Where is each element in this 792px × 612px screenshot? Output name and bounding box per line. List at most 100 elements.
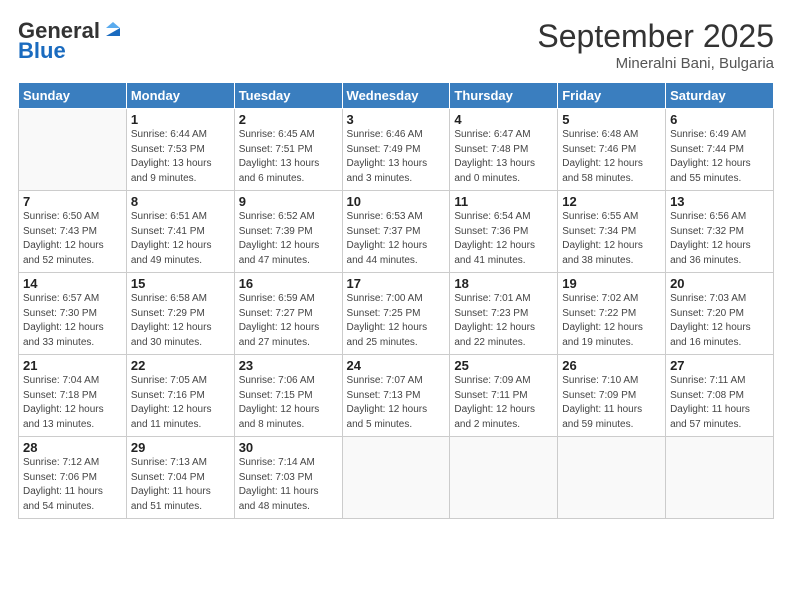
day-number: 7 <box>23 194 122 209</box>
day-info: Sunrise: 6:57 AM Sunset: 7:30 PM Dayligh… <box>23 292 122 350</box>
day-info: Sunrise: 6:59 AM Sunset: 7:27 PM Dayligh… <box>239 292 338 350</box>
day-info: Sunrise: 7:00 AM Sunset: 7:25 PM Dayligh… <box>347 292 446 350</box>
day-number: 4 <box>454 112 553 127</box>
day-info: Sunrise: 6:54 AM Sunset: 7:36 PM Dayligh… <box>454 210 553 268</box>
day-info: Sunrise: 6:52 AM Sunset: 7:39 PM Dayligh… <box>239 210 338 268</box>
day-number: 8 <box>131 194 230 209</box>
calendar-cell <box>558 437 666 519</box>
day-number: 1 <box>131 112 230 127</box>
day-number: 9 <box>239 194 338 209</box>
day-number: 3 <box>347 112 446 127</box>
calendar-cell: 17Sunrise: 7:00 AM Sunset: 7:25 PM Dayli… <box>342 273 450 355</box>
day-info: Sunrise: 6:45 AM Sunset: 7:51 PM Dayligh… <box>239 128 338 186</box>
calendar-cell: 5Sunrise: 6:48 AM Sunset: 7:46 PM Daylig… <box>558 109 666 191</box>
day-info: Sunrise: 6:46 AM Sunset: 7:49 PM Dayligh… <box>347 128 446 186</box>
calendar-cell: 7Sunrise: 6:50 AM Sunset: 7:43 PM Daylig… <box>19 191 127 273</box>
day-header-thursday: Thursday <box>450 83 558 109</box>
day-number: 29 <box>131 440 230 455</box>
day-info: Sunrise: 7:04 AM Sunset: 7:18 PM Dayligh… <box>23 374 122 432</box>
day-info: Sunrise: 6:56 AM Sunset: 7:32 PM Dayligh… <box>670 210 769 268</box>
calendar-cell: 8Sunrise: 6:51 AM Sunset: 7:41 PM Daylig… <box>126 191 234 273</box>
calendar-cell: 9Sunrise: 6:52 AM Sunset: 7:39 PM Daylig… <box>234 191 342 273</box>
calendar-cell: 18Sunrise: 7:01 AM Sunset: 7:23 PM Dayli… <box>450 273 558 355</box>
day-number: 18 <box>454 276 553 291</box>
day-number: 5 <box>562 112 661 127</box>
day-number: 19 <box>562 276 661 291</box>
day-number: 21 <box>23 358 122 373</box>
logo-icon <box>102 18 124 40</box>
calendar-cell: 13Sunrise: 6:56 AM Sunset: 7:32 PM Dayli… <box>666 191 774 273</box>
calendar-header-row: SundayMondayTuesdayWednesdayThursdayFrid… <box>19 83 774 109</box>
day-number: 27 <box>670 358 769 373</box>
day-number: 14 <box>23 276 122 291</box>
day-info: Sunrise: 6:50 AM Sunset: 7:43 PM Dayligh… <box>23 210 122 268</box>
week-row-5: 28Sunrise: 7:12 AM Sunset: 7:06 PM Dayli… <box>19 437 774 519</box>
day-info: Sunrise: 6:47 AM Sunset: 7:48 PM Dayligh… <box>454 128 553 186</box>
calendar-cell <box>342 437 450 519</box>
day-info: Sunrise: 6:48 AM Sunset: 7:46 PM Dayligh… <box>562 128 661 186</box>
day-number: 12 <box>562 194 661 209</box>
day-number: 25 <box>454 358 553 373</box>
week-row-3: 14Sunrise: 6:57 AM Sunset: 7:30 PM Dayli… <box>19 273 774 355</box>
calendar-cell: 2Sunrise: 6:45 AM Sunset: 7:51 PM Daylig… <box>234 109 342 191</box>
day-info: Sunrise: 6:58 AM Sunset: 7:29 PM Dayligh… <box>131 292 230 350</box>
calendar: SundayMondayTuesdayWednesdayThursdayFrid… <box>18 82 774 519</box>
day-number: 17 <box>347 276 446 291</box>
day-info: Sunrise: 7:01 AM Sunset: 7:23 PM Dayligh… <box>454 292 553 350</box>
calendar-cell: 21Sunrise: 7:04 AM Sunset: 7:18 PM Dayli… <box>19 355 127 437</box>
day-info: Sunrise: 7:14 AM Sunset: 7:03 PM Dayligh… <box>239 456 338 514</box>
day-info: Sunrise: 6:53 AM Sunset: 7:37 PM Dayligh… <box>347 210 446 268</box>
calendar-cell: 24Sunrise: 7:07 AM Sunset: 7:13 PM Dayli… <box>342 355 450 437</box>
day-info: Sunrise: 7:09 AM Sunset: 7:11 PM Dayligh… <box>454 374 553 432</box>
calendar-cell: 19Sunrise: 7:02 AM Sunset: 7:22 PM Dayli… <box>558 273 666 355</box>
day-info: Sunrise: 7:12 AM Sunset: 7:06 PM Dayligh… <box>23 456 122 514</box>
day-header-sunday: Sunday <box>19 83 127 109</box>
page: General Blue September 2025 Mineralni Ba… <box>0 0 792 612</box>
day-number: 10 <box>347 194 446 209</box>
calendar-cell: 6Sunrise: 6:49 AM Sunset: 7:44 PM Daylig… <box>666 109 774 191</box>
day-info: Sunrise: 7:10 AM Sunset: 7:09 PM Dayligh… <box>562 374 661 432</box>
day-info: Sunrise: 7:02 AM Sunset: 7:22 PM Dayligh… <box>562 292 661 350</box>
calendar-cell: 12Sunrise: 6:55 AM Sunset: 7:34 PM Dayli… <box>558 191 666 273</box>
day-number: 11 <box>454 194 553 209</box>
month-title: September 2025 <box>537 18 774 55</box>
day-number: 6 <box>670 112 769 127</box>
day-info: Sunrise: 6:51 AM Sunset: 7:41 PM Dayligh… <box>131 210 230 268</box>
calendar-cell <box>19 109 127 191</box>
day-info: Sunrise: 7:05 AM Sunset: 7:16 PM Dayligh… <box>131 374 230 432</box>
day-number: 13 <box>670 194 769 209</box>
day-header-monday: Monday <box>126 83 234 109</box>
day-number: 15 <box>131 276 230 291</box>
week-row-1: 1Sunrise: 6:44 AM Sunset: 7:53 PM Daylig… <box>19 109 774 191</box>
calendar-cell: 11Sunrise: 6:54 AM Sunset: 7:36 PM Dayli… <box>450 191 558 273</box>
day-number: 28 <box>23 440 122 455</box>
calendar-cell: 15Sunrise: 6:58 AM Sunset: 7:29 PM Dayli… <box>126 273 234 355</box>
calendar-cell: 23Sunrise: 7:06 AM Sunset: 7:15 PM Dayli… <box>234 355 342 437</box>
calendar-cell: 30Sunrise: 7:14 AM Sunset: 7:03 PM Dayli… <box>234 437 342 519</box>
calendar-cell: 20Sunrise: 7:03 AM Sunset: 7:20 PM Dayli… <box>666 273 774 355</box>
calendar-cell: 14Sunrise: 6:57 AM Sunset: 7:30 PM Dayli… <box>19 273 127 355</box>
day-number: 20 <box>670 276 769 291</box>
day-info: Sunrise: 7:13 AM Sunset: 7:04 PM Dayligh… <box>131 456 230 514</box>
calendar-cell: 29Sunrise: 7:13 AM Sunset: 7:04 PM Dayli… <box>126 437 234 519</box>
day-number: 22 <box>131 358 230 373</box>
day-info: Sunrise: 6:55 AM Sunset: 7:34 PM Dayligh… <box>562 210 661 268</box>
day-header-wednesday: Wednesday <box>342 83 450 109</box>
logo-blue: Blue <box>18 38 66 64</box>
subtitle: Mineralni Bani, Bulgaria <box>537 55 774 72</box>
calendar-cell: 25Sunrise: 7:09 AM Sunset: 7:11 PM Dayli… <box>450 355 558 437</box>
header: General Blue September 2025 Mineralni Ba… <box>18 18 774 72</box>
day-info: Sunrise: 7:03 AM Sunset: 7:20 PM Dayligh… <box>670 292 769 350</box>
day-info: Sunrise: 7:06 AM Sunset: 7:15 PM Dayligh… <box>239 374 338 432</box>
day-header-tuesday: Tuesday <box>234 83 342 109</box>
week-row-4: 21Sunrise: 7:04 AM Sunset: 7:18 PM Dayli… <box>19 355 774 437</box>
calendar-body: 1Sunrise: 6:44 AM Sunset: 7:53 PM Daylig… <box>19 109 774 519</box>
calendar-cell <box>450 437 558 519</box>
calendar-cell <box>666 437 774 519</box>
day-info: Sunrise: 6:44 AM Sunset: 7:53 PM Dayligh… <box>131 128 230 186</box>
day-info: Sunrise: 7:11 AM Sunset: 7:08 PM Dayligh… <box>670 374 769 432</box>
title-area: September 2025 Mineralni Bani, Bulgaria <box>537 18 774 72</box>
calendar-cell: 16Sunrise: 6:59 AM Sunset: 7:27 PM Dayli… <box>234 273 342 355</box>
day-number: 2 <box>239 112 338 127</box>
calendar-cell: 4Sunrise: 6:47 AM Sunset: 7:48 PM Daylig… <box>450 109 558 191</box>
